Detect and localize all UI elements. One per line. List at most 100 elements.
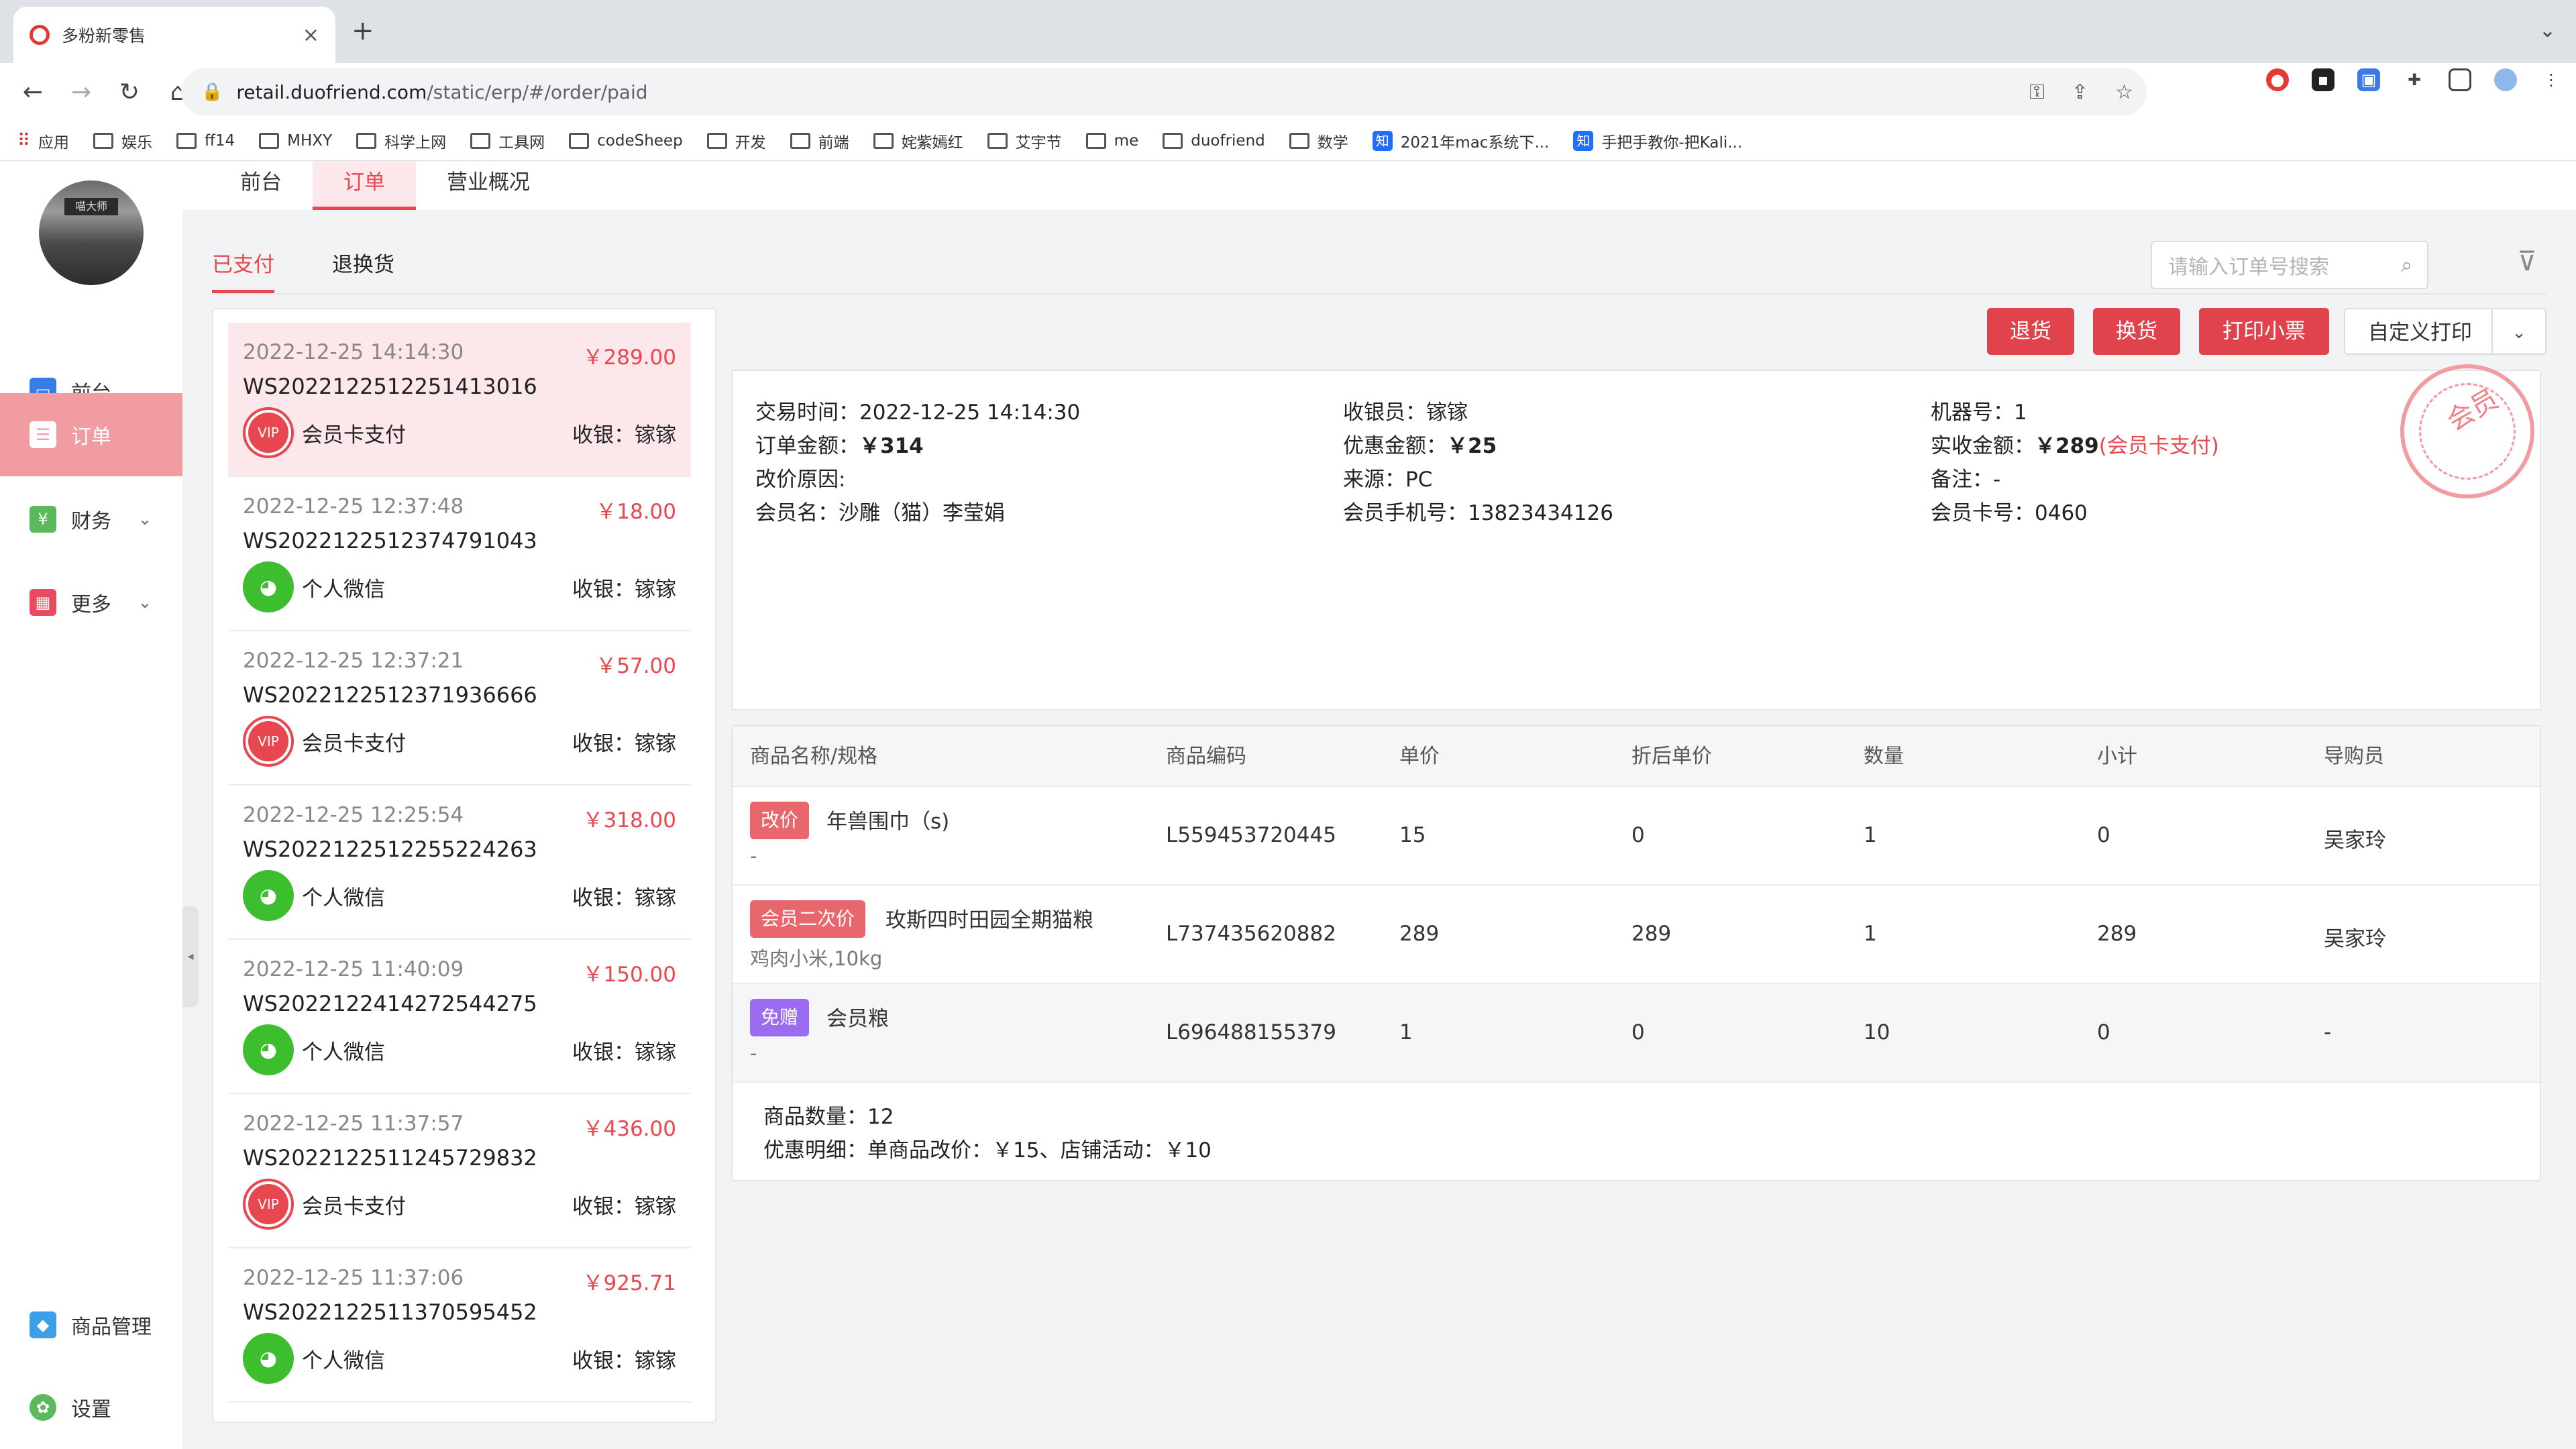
browser-menu-icon[interactable]: ⋮ — [2540, 68, 2563, 91]
exchange-button[interactable]: 换货 — [2093, 308, 2180, 355]
cube-icon: ◆ — [30, 1311, 56, 1338]
browser-toolbar: ← → ↻ ⌂ 🔒 retail.duofriend.com/static/er… — [0, 63, 2576, 121]
sidebar-item-settings[interactable]: ✿ 设置 — [0, 1366, 182, 1449]
order-item[interactable]: 2022-12-25 12:37:21 ￥57.00 WS20221225123… — [228, 631, 691, 786]
lock-icon[interactable]: 🔒 — [201, 82, 223, 102]
back-icon[interactable]: ← — [17, 78, 48, 106]
tab-returns[interactable]: 退换货 — [332, 245, 394, 293]
member-phone: 会员手机号：13823434126 — [1343, 501, 1613, 525]
bookmark-folder[interactable]: MHXY — [259, 132, 332, 150]
key-icon[interactable]: ⚿ — [2029, 80, 2045, 104]
bookmark-folder[interactable]: 科学上网 — [356, 129, 446, 152]
custom-print-button[interactable]: 自定义打印 ⌄ — [2344, 308, 2546, 355]
table-row[interactable]: 会员二次价 玫斯四时田园全期猫粮 鸡肉小米,10kg L737435620882… — [733, 885, 2540, 984]
reprice-tag: 改价 — [750, 802, 810, 839]
folder-icon — [987, 132, 1008, 149]
url-domain: retail.duofriend.com — [236, 80, 427, 103]
bookmark-folder[interactable]: 数学 — [1289, 129, 1348, 152]
extension-dark-icon[interactable]: ▪ — [2312, 68, 2334, 91]
tab-search-chevron-icon[interactable]: ⌄ — [2539, 19, 2556, 42]
browser-tab-strip: 多粉新零售 × + ⌄ — [0, 0, 2576, 63]
share-icon[interactable]: ⇪ — [2072, 80, 2088, 104]
search-icon[interactable]: ⌕ — [2401, 254, 2412, 277]
return-button[interactable]: 退货 — [1987, 308, 2074, 355]
bookmark-folder[interactable]: 艾宇节 — [987, 129, 1062, 152]
profile-avatar-icon[interactable] — [2494, 68, 2517, 91]
order-amount: ￥318.00 — [582, 808, 676, 833]
forward-icon[interactable]: → — [66, 78, 97, 106]
bookmark-folder[interactable]: codeSheep — [569, 132, 683, 150]
col-subtotal: 小计 — [2097, 745, 2137, 768]
product-name: 玫斯四时田园全期猫粮 — [885, 908, 1093, 932]
bookmark-link[interactable]: 知手把手教你-把Kali... — [1573, 129, 1742, 152]
order-item[interactable]: 2022-12-25 11:37:57 ￥436.00 WS2022122511… — [228, 1094, 691, 1248]
order-list-icon: ☰ — [30, 421, 56, 448]
bookmark-folder[interactable]: 工具网 — [470, 129, 545, 152]
browser-tab[interactable]: 多粉新零售 × — [13, 7, 335, 63]
wechat-icon: ◕ — [243, 870, 294, 921]
side-panel-icon[interactable] — [2449, 68, 2471, 91]
quantity: 10 — [1864, 1020, 1890, 1044]
order-number: WS2022122512374791043 — [243, 528, 537, 553]
bookmark-apps[interactable]: ⠿ 应用 — [17, 129, 69, 152]
order-number: WS2022122512371936666 — [243, 682, 537, 708]
topnav-frontdesk[interactable]: 前台 — [209, 162, 313, 210]
sidebar-item-orders[interactable]: ☰ 订单 — [0, 393, 182, 476]
order-item[interactable]: 2022-12-25 11:40:09 ￥150.00 WS2022122414… — [228, 940, 691, 1094]
order-item[interactable]: 2022-12-25 12:37:48 ￥18.00 WS20221225123… — [228, 477, 691, 631]
cashier: 收银：镓镓 — [572, 1194, 676, 1219]
bookmark-folder[interactable]: ff14 — [176, 132, 235, 150]
gift-tag: 免赠 — [750, 999, 810, 1036]
extension-red-icon[interactable]: ● — [2266, 68, 2289, 91]
bookmark-folder[interactable]: me — [1085, 132, 1138, 150]
order-item[interactable]: 2022-12-25 14:14:30 ￥289.00 WS2022122512… — [228, 323, 691, 477]
store-avatar[interactable]: 喵大师 — [39, 180, 144, 285]
product-name: 年兽围巾（s) — [826, 810, 950, 834]
order-number: WS2022122512251413016 — [243, 374, 537, 399]
new-tab-icon[interactable]: + — [352, 17, 374, 44]
order-item[interactable]: 2022-12-25 12:25:54 ￥318.00 WS2022122512… — [228, 786, 691, 940]
pay-method: 会员卡支付 — [302, 731, 406, 756]
sidebar-item-product-management[interactable]: ◆ 商品管理 — [0, 1283, 182, 1366]
bookmark-star-icon[interactable]: ☆ — [2115, 80, 2133, 104]
quantity: 1 — [1864, 922, 1877, 946]
chevron-down-icon[interactable]: ⌄ — [2491, 309, 2545, 354]
extension-blue-icon[interactable]: ▣ — [2357, 68, 2380, 91]
extensions-puzzle-icon[interactable]: ✚ — [2403, 68, 2426, 91]
pay-method: 个人微信 — [302, 577, 385, 602]
bookmark-folder[interactable]: 前端 — [790, 129, 849, 152]
product-table: 商品名称/规格 商品编码 单价 折后单价 数量 小计 导购员 改价 年兽围巾（s… — [731, 725, 2541, 1181]
filter-icon[interactable]: ⊽ — [2509, 246, 2545, 282]
product-code: L559453720445 — [1166, 823, 1336, 847]
unit-price: 289 — [1399, 922, 1440, 946]
sidebar-item-finance[interactable]: ¥ 财务 ⌄ — [0, 478, 182, 561]
order-item[interactable]: 2022-12-25 11:37:06 ￥925.71 WS2022122511… — [228, 1248, 691, 1403]
col-disc-price: 折后单价 — [1631, 745, 1712, 768]
tab-paid[interactable]: 已支付 — [212, 245, 274, 293]
sidebar-item-label: 商品管理 — [71, 1316, 152, 1339]
reload-icon[interactable]: ↻ — [114, 78, 145, 106]
folder-icon — [470, 132, 491, 149]
bookmark-folder[interactable]: 姹紫嫣红 — [873, 129, 963, 152]
topnav-orders[interactable]: 订单 — [313, 162, 416, 210]
cashier: 收银：镓镓 — [572, 731, 676, 756]
sidebar-item-more[interactable]: ▦ 更多 ⌄ — [0, 561, 182, 644]
bookmark-folder[interactable]: duofriend — [1163, 132, 1265, 150]
bookmark-link[interactable]: 知 2021年mac系统下... — [1372, 129, 1549, 152]
discount-price: 0 — [1631, 1020, 1645, 1044]
print-receipt-button[interactable]: 打印小票 — [2199, 308, 2329, 355]
wechat-icon: ◕ — [243, 1024, 294, 1075]
sidebar-item-label: 订单 — [71, 425, 111, 449]
close-tab-icon[interactable]: × — [303, 23, 319, 47]
topnav-business-overview[interactable]: 营业概况 — [416, 162, 561, 210]
discount-value: ￥25 — [1447, 434, 1497, 458]
bookmark-folder[interactable]: 娱乐 — [93, 129, 152, 152]
table-row[interactable]: 免赠 会员粮 - L696488155379 1 0 10 0 - — [733, 984, 2540, 1083]
bookmark-folder[interactable]: 开发 — [706, 129, 766, 152]
vip-icon: VIP — [243, 1179, 294, 1230]
order-search-input[interactable]: 请输入订单号搜索 ⌕ — [2151, 241, 2428, 289]
sidebar-item-label: 财务 — [71, 510, 111, 533]
sidebar-collapse-handle[interactable]: ◂ — [182, 906, 199, 1007]
address-bar[interactable]: 🔒 retail.duofriend.com/static/erp/#/orde… — [181, 68, 2147, 115]
table-row[interactable]: 改价 年兽围巾（s) - L559453720445 15 0 1 0 吴家玲 — [733, 787, 2540, 885]
